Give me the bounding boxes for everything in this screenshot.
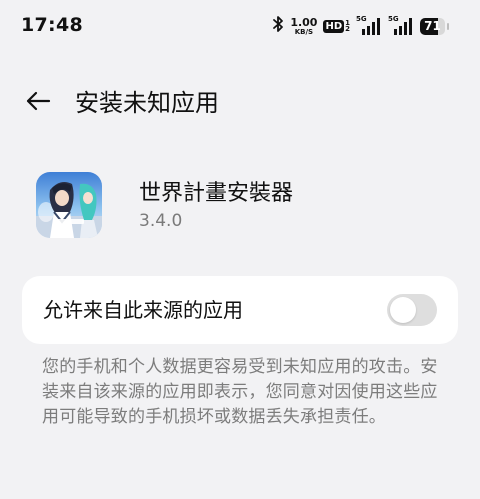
app-icon: [36, 172, 102, 238]
status-icons: 1.00 KB/S HD 1 2 5G 5G 71: [272, 14, 449, 38]
status-bar: 17:48 1.00 KB/S HD 1 2 5G 5G 71: [0, 0, 480, 52]
allow-source-toggle[interactable]: [387, 294, 437, 326]
network-speed-unit: KB/S: [294, 27, 314, 36]
hd-sub: 1 2: [345, 19, 350, 33]
battery-icon: 71: [420, 17, 449, 35]
status-time: 17:48: [21, 14, 83, 36]
network-speed: 1.00 KB/S: [290, 17, 317, 36]
signal-icon: 5G: [356, 16, 382, 36]
back-button[interactable]: [18, 86, 58, 120]
battery-percent: 71: [424, 18, 441, 33]
arrow-left-icon: [25, 91, 51, 115]
allow-source-card[interactable]: 允许来自此来源的应用: [22, 276, 458, 344]
hd-sub-2: 2: [345, 25, 350, 33]
allow-source-label: 允许来自此来源的应用: [43, 298, 243, 322]
hd-label: HD: [323, 19, 345, 33]
signal-icon: 5G: [388, 16, 414, 36]
bluetooth-icon: [272, 15, 284, 37]
network-speed-value: 1.00: [290, 15, 318, 29]
toggle-knob: [390, 297, 416, 323]
page-title: 安装未知应用: [75, 89, 219, 117]
app-name: 世界計畫安裝器: [139, 181, 294, 206]
hd-icon: HD 1 2: [323, 19, 350, 33]
app-version: 3.4.0: [139, 211, 183, 231]
warning-description: 您的手机和个人数据更容易受到未知应用的攻击。安装来自该来源的应用即表示，您同意对…: [42, 357, 438, 427]
